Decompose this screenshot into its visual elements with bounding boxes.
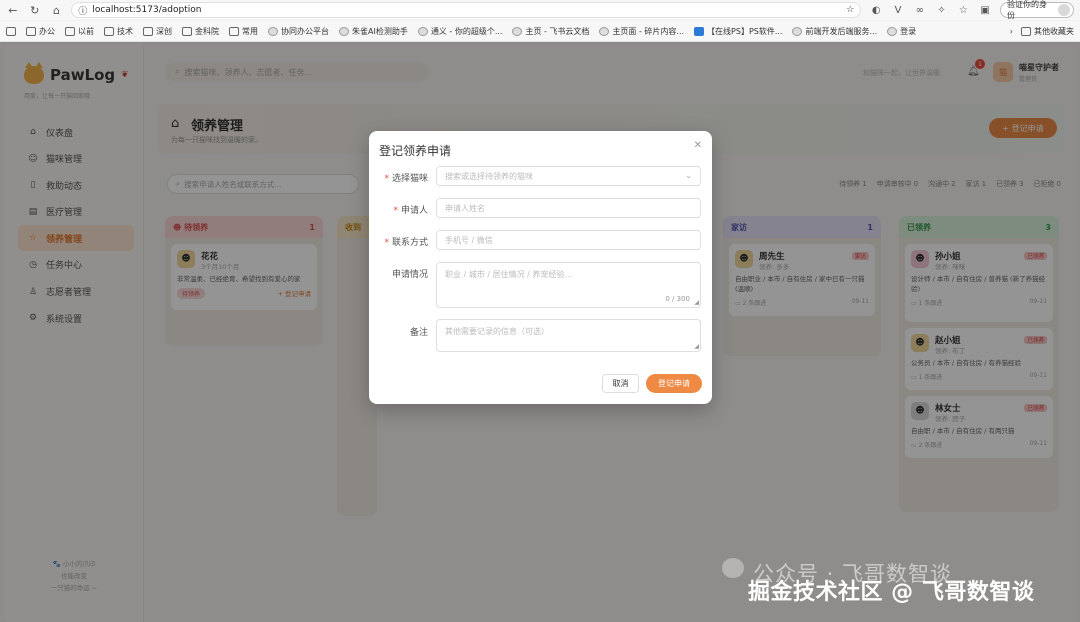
extensions-puzzle-icon[interactable]: ✧ [935,3,949,17]
site-icon [339,26,349,36]
home-icon[interactable]: ⌂ [50,3,64,17]
folder-icon [104,26,114,36]
bookmark-other[interactable]: 其他收藏夹 [1021,26,1074,37]
bookmark-folder-2[interactable]: 技术 [104,26,133,37]
char-counter: 0 / 300 [665,295,690,303]
chevron-down-icon: ⌄ [685,171,692,180]
info-icon[interactable]: ⓘ [78,4,87,17]
site-icon [268,26,278,36]
folder-icon [182,26,192,36]
folder-icon [65,26,75,36]
situation-textarea[interactable]: 职业 / 城市 / 居住情况 / 养宠经验... 0 / 300 ◢ [436,262,701,308]
bookmark-13[interactable]: 登录 [887,26,916,37]
folder-icon [143,26,153,36]
site-icon [694,26,705,36]
resize-handle-icon[interactable]: ◢ [694,344,699,350]
cancel-button[interactable]: 取消 [602,374,639,393]
back-icon[interactable]: ← [6,3,20,17]
bookmark-folder-0[interactable]: 办公 [26,26,55,37]
close-icon[interactable]: ✕ [694,140,702,151]
resize-handle-icon[interactable]: ◢ [694,300,699,306]
contact-input[interactable]: 手机号 / 微信 [436,230,701,250]
adoption-application-dialog: 登记领养申请 ✕ * 选择猫咪 搜索或选择待领养的猫咪 ⌄ * 申请人 申请人姓名 … [369,131,712,404]
bookmark-11[interactable]: 【在线PS】PS软件... [694,26,782,37]
bookmark-6[interactable]: 协同办公平台 [268,26,329,37]
folder-icon [26,26,36,36]
bookmark-7[interactable]: 朱雀AI检测助手 [339,26,408,37]
remarks-textarea[interactable]: 其他需要记录的信息（可选） ◢ [436,319,701,352]
reload-icon[interactable]: ↻ [28,3,42,17]
bookmark-8[interactable]: 通义 - 你的超级个... [417,26,502,37]
browser-toolbar: ← ↻ ⌂ ⓘ localhost:5173/adoption ☆ ◐ V ∞ … [0,0,1080,20]
bookmarks-bar: 办公 以前 技术 深创 金科院 常用 协同办公平台 朱雀AI检测助手 通义 - … [0,21,1080,42]
site-icon [887,26,898,36]
bookmark-12[interactable]: 前端开发后端服务... [792,26,877,37]
applicant-name-input[interactable]: 申请人姓名 [436,198,701,218]
bookmark-folder-5[interactable]: 常用 [229,26,258,37]
wechat-icon [722,558,744,578]
extension-panda-icon[interactable]: ◐ [869,3,883,17]
folder-icon [229,26,239,36]
profile-avatar [1058,4,1071,16]
address-bar[interactable]: ⓘ localhost:5173/adoption ☆ [71,2,862,18]
extension-link-icon[interactable]: ∞ [913,3,927,17]
profile-label: 验证你的身份 [1007,0,1048,20]
url-text: localhost:5173/adoption [92,5,202,15]
bookmark-folder-4[interactable]: 金科院 [182,26,219,37]
cat-select[interactable]: 搜索或选择待领养的猫咪 ⌄ [436,166,701,186]
folder-icon [1021,26,1031,36]
collections-icon[interactable]: ▣ [978,3,992,17]
bookmark-folder-1[interactable]: 以前 [65,26,94,37]
favorite-star-icon[interactable]: ☆ [846,5,854,15]
bookmark-tablet-icon[interactable] [6,26,16,36]
submit-button[interactable]: 登记申请 [646,374,702,393]
site-icon [512,26,523,36]
bookmark-10[interactable]: 主页面 - 碎片内容... [599,26,684,37]
bookmark-folder-3[interactable]: 深创 [143,26,172,37]
bookmark-9[interactable]: 主页 - 飞书云文档 [512,26,589,37]
extension-v-icon[interactable]: V [891,3,905,17]
site-icon [417,26,428,36]
favorites-icon[interactable]: ☆ [956,3,970,17]
chevron-right-icon[interactable]: › [1010,27,1013,36]
profile-button[interactable]: 验证你的身份 [1000,0,1075,20]
dialog-title: 登记领养申请 [379,144,452,158]
globe-icon [599,26,610,36]
site-icon [792,26,803,36]
watermark-line-2: 掘金技术社区 @ 飞哥数智谈 [748,580,1035,605]
